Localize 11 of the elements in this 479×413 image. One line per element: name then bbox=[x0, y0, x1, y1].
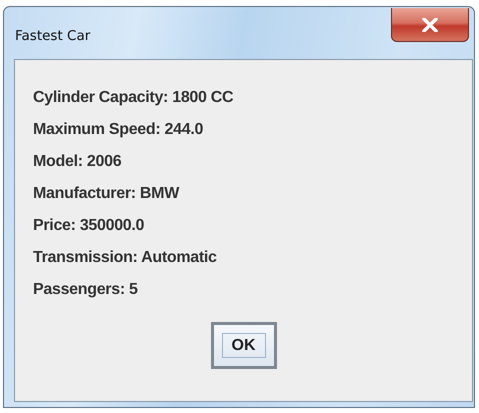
message-line: Passengers: 5 bbox=[33, 280, 139, 300]
window-title: Fastest Car bbox=[15, 28, 90, 44]
message-line: Model: 2006 bbox=[33, 152, 122, 172]
ok-button[interactable]: OK bbox=[210, 322, 276, 369]
close-icon bbox=[422, 18, 438, 32]
message-line: Cylinder Capacity: 1800 CC bbox=[33, 88, 234, 108]
message-line: Price: 350000.0 bbox=[33, 216, 146, 236]
close-button[interactable] bbox=[391, 8, 469, 42]
message-line: Transmission: Automatic bbox=[33, 248, 218, 268]
message-line: Maximum Speed: 244.0 bbox=[33, 120, 204, 140]
message-line: Manufacturer: BMW bbox=[33, 184, 180, 204]
